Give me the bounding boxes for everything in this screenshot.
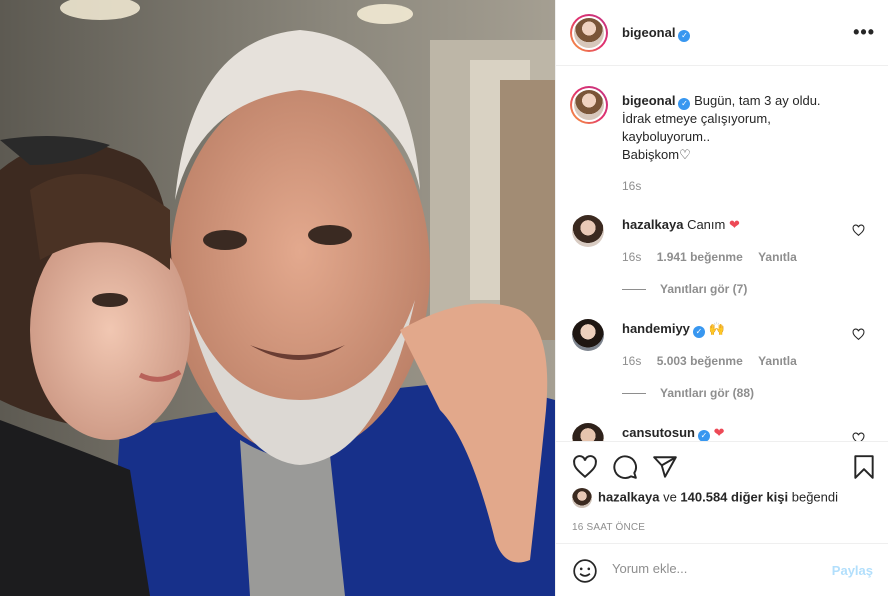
likes-count[interactable]: 140.584 diğer kişi	[680, 489, 788, 504]
caption: bigeonal ✓ Bugün, tam 3 ay oldu. İdrak et…	[622, 92, 821, 164]
comment-time: 16s	[622, 250, 642, 264]
comment-avatar[interactable]	[572, 319, 604, 351]
post-sidebar: bigeonal ✓ ••• bigeonal ✓ Bugün, tam 3 ay …	[555, 0, 888, 596]
instagram-post: bigeonal ✓ ••• bigeonal ✓ Bugün, tam 3 ay …	[0, 0, 888, 596]
reply-button[interactable]: Yanıtla	[758, 250, 797, 264]
liker-username[interactable]: hazalkaya	[598, 489, 659, 504]
caption-line-4: Babişkom♡	[622, 147, 691, 162]
post-actions: hazalkaya ve 140.584 diğer kişi beğendi …	[556, 441, 888, 543]
bookmark-icon[interactable]	[851, 454, 877, 480]
heart-emoji: ❤	[728, 217, 740, 232]
comment-username[interactable]: handemiyy	[622, 321, 690, 336]
emoji-icon[interactable]	[572, 558, 598, 584]
comment-username[interactable]: cansutosun	[622, 425, 695, 440]
caption-time: 16s	[622, 179, 653, 193]
caption-avatar[interactable]	[570, 86, 608, 124]
likes-end: beğendi	[791, 489, 839, 505]
post-timestamp[interactable]: 16 SAAT ÖNCE	[572, 522, 645, 533]
comment-like-heart-icon[interactable]	[852, 328, 865, 341]
comment-meta: 16s 5.003 beğenme Yanıtla	[622, 354, 809, 368]
comment-avatar[interactable]	[572, 423, 604, 441]
more-icon[interactable]: •••	[853, 22, 875, 43]
verified-icon: ✓	[697, 430, 710, 441]
verified-icon: ✓	[678, 30, 691, 42]
caption-username[interactable]: bigeonal	[622, 93, 675, 108]
comments-list[interactable]: bigeonal ✓ Bugün, tam 3 ay oldu. İdrak et…	[556, 67, 888, 441]
liker-avatar	[572, 488, 592, 508]
share-icon[interactable]	[652, 454, 678, 480]
post-comment-button[interactable]: Paylaş	[832, 563, 873, 578]
comment: hazalkaya Canım ❤	[622, 216, 740, 234]
post-header: bigeonal ✓ •••	[556, 0, 888, 66]
comment-avatar[interactable]	[572, 215, 604, 247]
verified-icon: ✓	[692, 326, 705, 338]
author-username[interactable]: bigeonal	[622, 25, 675, 40]
raised-hands-emoji: 🙌	[708, 321, 725, 336]
view-replies-button[interactable]: Yanıtları gör (88)	[622, 386, 754, 400]
comment-icon[interactable]	[612, 454, 638, 480]
view-replies-label: Yanıtları gör (7)	[660, 282, 748, 296]
caption-time-text: 16s	[622, 179, 642, 193]
comment-meta: 16s 1.941 beğenme Yanıtla	[622, 250, 809, 264]
post-photo-illustration	[0, 0, 555, 596]
view-replies-label: Yanıtları gör (88)	[660, 386, 755, 400]
comment-time: 16s	[622, 354, 642, 368]
caption-line-3: kayboluyorum..	[622, 129, 711, 144]
caption-line-1: Bugün, tam 3 ay oldu.	[694, 93, 821, 108]
caption-line-2: İdrak etmeye çalışıyorum,	[622, 111, 771, 126]
comment-text: Canım	[687, 217, 726, 232]
comment: cansutosun ✓ ❤	[622, 424, 725, 441]
comment-likes[interactable]: 1.941 beğenme	[657, 250, 743, 264]
heart-emoji: ❤	[713, 425, 725, 440]
heart-icon[interactable]	[572, 454, 598, 480]
comment-likes[interactable]: 5.003 beğenme	[657, 354, 743, 368]
author-avatar[interactable]	[570, 14, 608, 52]
likes-connector: ve	[663, 489, 677, 505]
comment-username[interactable]: hazalkaya	[622, 217, 683, 232]
comment-like-heart-icon[interactable]	[852, 224, 865, 237]
likes-summary[interactable]: hazalkaya ve 140.584 diğer kişi beğendi	[572, 488, 838, 508]
add-comment-bar: Paylaş	[556, 543, 888, 596]
post-photo[interactable]	[0, 0, 555, 596]
verified-icon: ✓	[678, 98, 691, 110]
comment-like-heart-icon[interactable]	[852, 432, 865, 441]
view-replies-button[interactable]: Yanıtları gör (7)	[622, 282, 747, 296]
reply-button[interactable]: Yanıtla	[758, 354, 797, 368]
comment: handemiyy ✓ 🙌	[622, 320, 725, 338]
comment-input[interactable]	[612, 561, 812, 576]
